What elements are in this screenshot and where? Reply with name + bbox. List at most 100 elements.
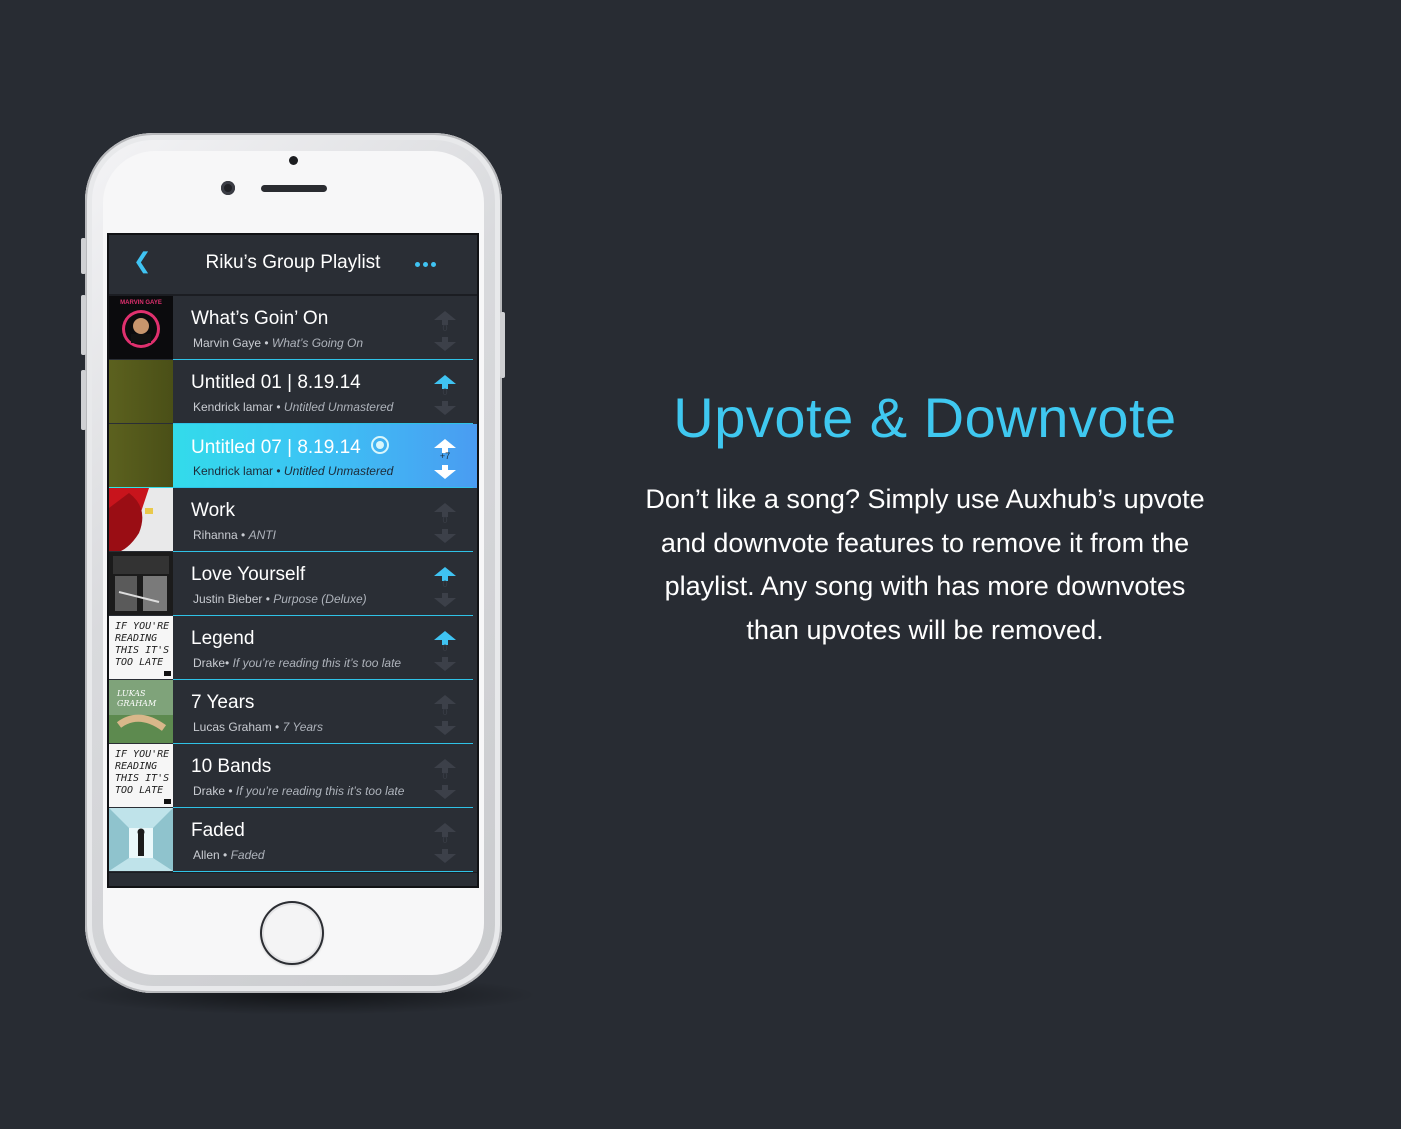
volume-down-button: [81, 370, 86, 430]
separator-dot: •: [271, 720, 283, 734]
vote-control: 0: [434, 310, 456, 351]
album-art: LUKAS GRAHAM: [109, 680, 173, 743]
downvote-arrow-icon[interactable]: [434, 464, 456, 479]
now-playing-icon: [370, 436, 389, 454]
upvote-arrow-icon[interactable]: [434, 438, 456, 453]
album-art: [109, 424, 173, 487]
separator-dot: •: [273, 464, 284, 478]
vote-control: 0: [434, 758, 456, 799]
earpiece-speaker: [261, 185, 327, 192]
downvote-arrow-icon[interactable]: [434, 592, 456, 607]
song-title: 7 Years: [191, 692, 255, 713]
front-camera: [221, 181, 235, 195]
song-row[interactable]: Work Rihanna • ANTI 0: [109, 488, 477, 552]
vote-count: 0: [442, 771, 448, 781]
svg-text:THIS IT'S: THIS IT'S: [115, 773, 169, 784]
home-button: [260, 901, 324, 965]
upvote-arrow-icon[interactable]: [434, 630, 456, 645]
mute-switch: [81, 238, 86, 274]
song-row[interactable]: Untitled 01 | 8.19.14 Kendrick lamar • Un…: [109, 360, 477, 424]
vote-count: 0: [442, 579, 448, 589]
artist-name: Kendrick lamar: [193, 400, 274, 414]
song-list: MARVIN GAYE What’s Goin’ On Marvin Gaye • …: [109, 296, 477, 872]
downvote-arrow-icon[interactable]: [434, 400, 456, 415]
album-art: MARVIN GAYE: [109, 296, 173, 359]
album-name: Untitled Unmastered: [283, 464, 394, 478]
vote-count: 0: [442, 387, 448, 397]
svg-text:THIS IT'S: THIS IT'S: [115, 645, 169, 656]
song-row[interactable]: MARVIN GAYE What’s Goin’ On Marvin Gaye • …: [109, 296, 477, 360]
vote-control: 0: [434, 694, 456, 735]
song-title: What’s Goin’ On: [191, 308, 329, 329]
song-row[interactable]: IF YOU'RE READING THIS IT'S TOO LATE Legend D…: [109, 616, 477, 680]
vote-count: 0: [442, 323, 448, 333]
song-title: Legend: [191, 628, 255, 649]
separator-dot: •: [225, 784, 236, 798]
vote-count: 0: [442, 707, 448, 717]
downvote-arrow-icon[interactable]: [434, 784, 456, 799]
downvote-arrow-icon[interactable]: [434, 848, 456, 863]
vote-control: 0: [434, 630, 456, 671]
downvote-arrow-icon[interactable]: [434, 656, 456, 671]
svg-text:GRAHAM: GRAHAM: [117, 699, 157, 708]
song-row[interactable]: LUKAS GRAHAM 7 Years Lucas Graham • 7 Years…: [109, 680, 477, 744]
row-divider: [173, 871, 473, 872]
album-name: 7 Years: [282, 720, 324, 734]
song-subtitle: Drake• If you’re reading this it’s too l…: [193, 656, 401, 670]
song-row[interactable]: Love Yourself Justin Bieber • Purpose (De…: [109, 552, 477, 616]
artist-name: Lucas Graham: [193, 720, 272, 734]
svg-text:TOO LATE: TOO LATE: [115, 785, 163, 796]
separator-dot: •: [219, 848, 231, 862]
artist-name: Rihanna: [193, 528, 238, 542]
album-art: [109, 552, 173, 615]
vote-count: 0: [442, 835, 448, 845]
vote-control: 0: [434, 502, 456, 543]
album-name: Purpose (Deluxe): [273, 592, 367, 606]
song-row[interactable]: Faded Allen • Faded 0: [109, 808, 477, 872]
downvote-arrow-icon[interactable]: [434, 720, 456, 735]
album-name: Untitled Unmastered: [283, 400, 394, 414]
song-title: Work: [191, 500, 235, 521]
album-name: Faded: [230, 848, 265, 862]
vote-control: 0: [434, 822, 456, 863]
navigation-bar: ❮ Riku’s Group Playlist: [109, 235, 477, 295]
upvote-arrow-icon[interactable]: [434, 822, 456, 837]
album-art: IF YOU'RE READING THIS IT'S TOO LATE: [109, 744, 173, 807]
svg-text:TOO LATE: TOO LATE: [115, 657, 163, 668]
artist-name: Drake: [193, 784, 226, 798]
upvote-arrow-icon[interactable]: [434, 374, 456, 389]
artist-name: Justin Bieber: [193, 592, 263, 606]
song-subtitle: Lucas Graham • 7 Years: [193, 720, 323, 734]
song-subtitle: Kendrick lamar • Untitled Unmastered: [193, 464, 393, 478]
vote-control: 0: [434, 374, 456, 415]
upvote-arrow-icon[interactable]: [434, 310, 456, 325]
artist-name: Drake: [193, 656, 226, 670]
app-screen: ❮ Riku’s Group Playlist MARVIN GAYE What’…: [107, 233, 479, 888]
upvote-arrow-icon[interactable]: [434, 758, 456, 773]
separator-dot: •: [261, 336, 272, 350]
downvote-arrow-icon[interactable]: [434, 336, 456, 351]
song-title: Untitled 01 | 8.19.14: [191, 372, 361, 393]
upvote-arrow-icon[interactable]: [434, 566, 456, 581]
upvote-arrow-icon[interactable]: [434, 502, 456, 517]
vote-count: 0: [442, 643, 448, 653]
song-row[interactable]: IF YOU'RE READING THIS IT'S TOO LATE 10 Band…: [109, 744, 477, 808]
album-name: If you’re reading this it’s too late: [232, 656, 402, 670]
separator-dot: •: [273, 400, 284, 414]
artist-name: Marvin Gaye: [193, 336, 262, 350]
song-title: Love Yourself: [191, 564, 306, 585]
svg-text:IF YOU'RE: IF YOU'RE: [115, 749, 169, 760]
song-subtitle: Marvin Gaye • What’s Going On: [193, 336, 363, 350]
upvote-arrow-icon[interactable]: [434, 694, 456, 709]
album-art: [109, 808, 173, 871]
song-title: Untitled 07 | 8.19.14: [191, 436, 389, 459]
album-art: IF YOU'RE READING THIS IT'S TOO LATE: [109, 616, 173, 679]
album-name: ANTI: [248, 528, 276, 542]
album-art: [109, 360, 173, 423]
power-button: [500, 312, 505, 378]
artist-name: Allen: [193, 848, 220, 862]
song-subtitle: Allen • Faded: [193, 848, 265, 862]
more-dots-icon[interactable]: [415, 262, 436, 267]
song-row[interactable]: Untitled 07 | 8.19.14 Kendrick lamar • Un…: [109, 424, 477, 488]
downvote-arrow-icon[interactable]: [434, 528, 456, 543]
